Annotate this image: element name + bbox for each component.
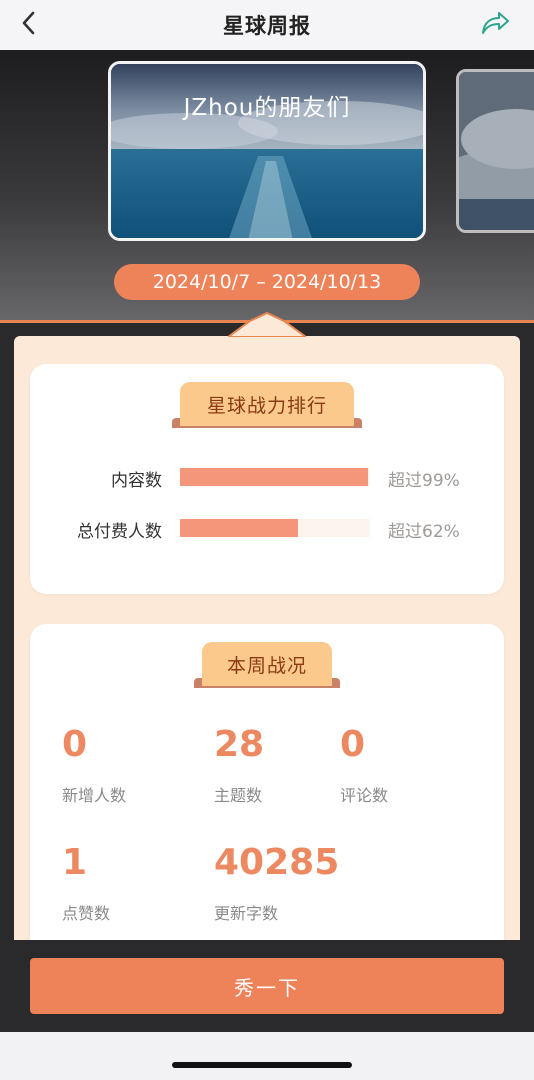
ranking-card: 星球战力排行 内容数 超过99% 总付费人数 超过62% bbox=[30, 364, 504, 594]
stat-value-comments: 0 bbox=[340, 724, 366, 765]
stat-value-words: 40285 bbox=[214, 842, 340, 883]
stat-value-likes: 1 bbox=[62, 842, 88, 883]
bar-fill-paid-members bbox=[180, 519, 298, 537]
bar-percent-paid-members: 超过62% bbox=[388, 522, 460, 542]
share-arrow-icon[interactable] bbox=[480, 9, 510, 37]
stat-value-topics: 28 bbox=[214, 724, 265, 765]
hero-banner: JZhou的朋友们 2024/10/7 – 2024/10/13 bbox=[0, 50, 534, 328]
stat-value-new-members: 0 bbox=[62, 724, 88, 765]
date-range-badge: 2024/10/7 – 2024/10/13 bbox=[114, 264, 420, 300]
bar-track-content bbox=[180, 468, 370, 486]
stat-label-comments: 评论数 bbox=[340, 786, 389, 805]
ranking-title: 星球战力排行 bbox=[180, 382, 354, 426]
cloud-cover-image bbox=[459, 72, 534, 230]
stat-label-likes: 点赞数 bbox=[62, 904, 111, 923]
chevron-left-icon[interactable] bbox=[16, 9, 44, 37]
bar-fill-content bbox=[180, 468, 369, 486]
next-cover-card[interactable] bbox=[456, 69, 534, 233]
stat-label-topics: 主题数 bbox=[214, 786, 263, 805]
show-off-button[interactable]: 秀一下 bbox=[30, 958, 504, 1014]
stat-label-words: 更新字数 bbox=[214, 904, 279, 923]
home-indicator-area bbox=[0, 1032, 534, 1080]
bar-percent-content: 超过99% bbox=[388, 471, 460, 491]
bar-label-content: 内容数 bbox=[111, 471, 162, 491]
weekly-title: 本周战况 bbox=[202, 642, 332, 686]
home-indicator[interactable] bbox=[172, 1062, 352, 1068]
planet-name: JZhou的朋友们 bbox=[183, 95, 351, 121]
bar-track-paid-members bbox=[180, 519, 370, 537]
top-nav-bar: 星球周报 bbox=[0, 0, 534, 50]
bar-label-paid-members: 总付费人数 bbox=[77, 522, 162, 542]
page-title: 星球周报 bbox=[223, 14, 311, 38]
panel-notch-decoration bbox=[228, 311, 306, 337]
weekly-stats-card: 本周战况 0 新增人数 28 主题数 0 评论数 1 点赞数 40285 更新字… bbox=[30, 624, 504, 944]
planet-cover-card[interactable]: JZhou的朋友们 bbox=[108, 61, 426, 241]
stat-label-new-members: 新增人数 bbox=[62, 786, 127, 805]
